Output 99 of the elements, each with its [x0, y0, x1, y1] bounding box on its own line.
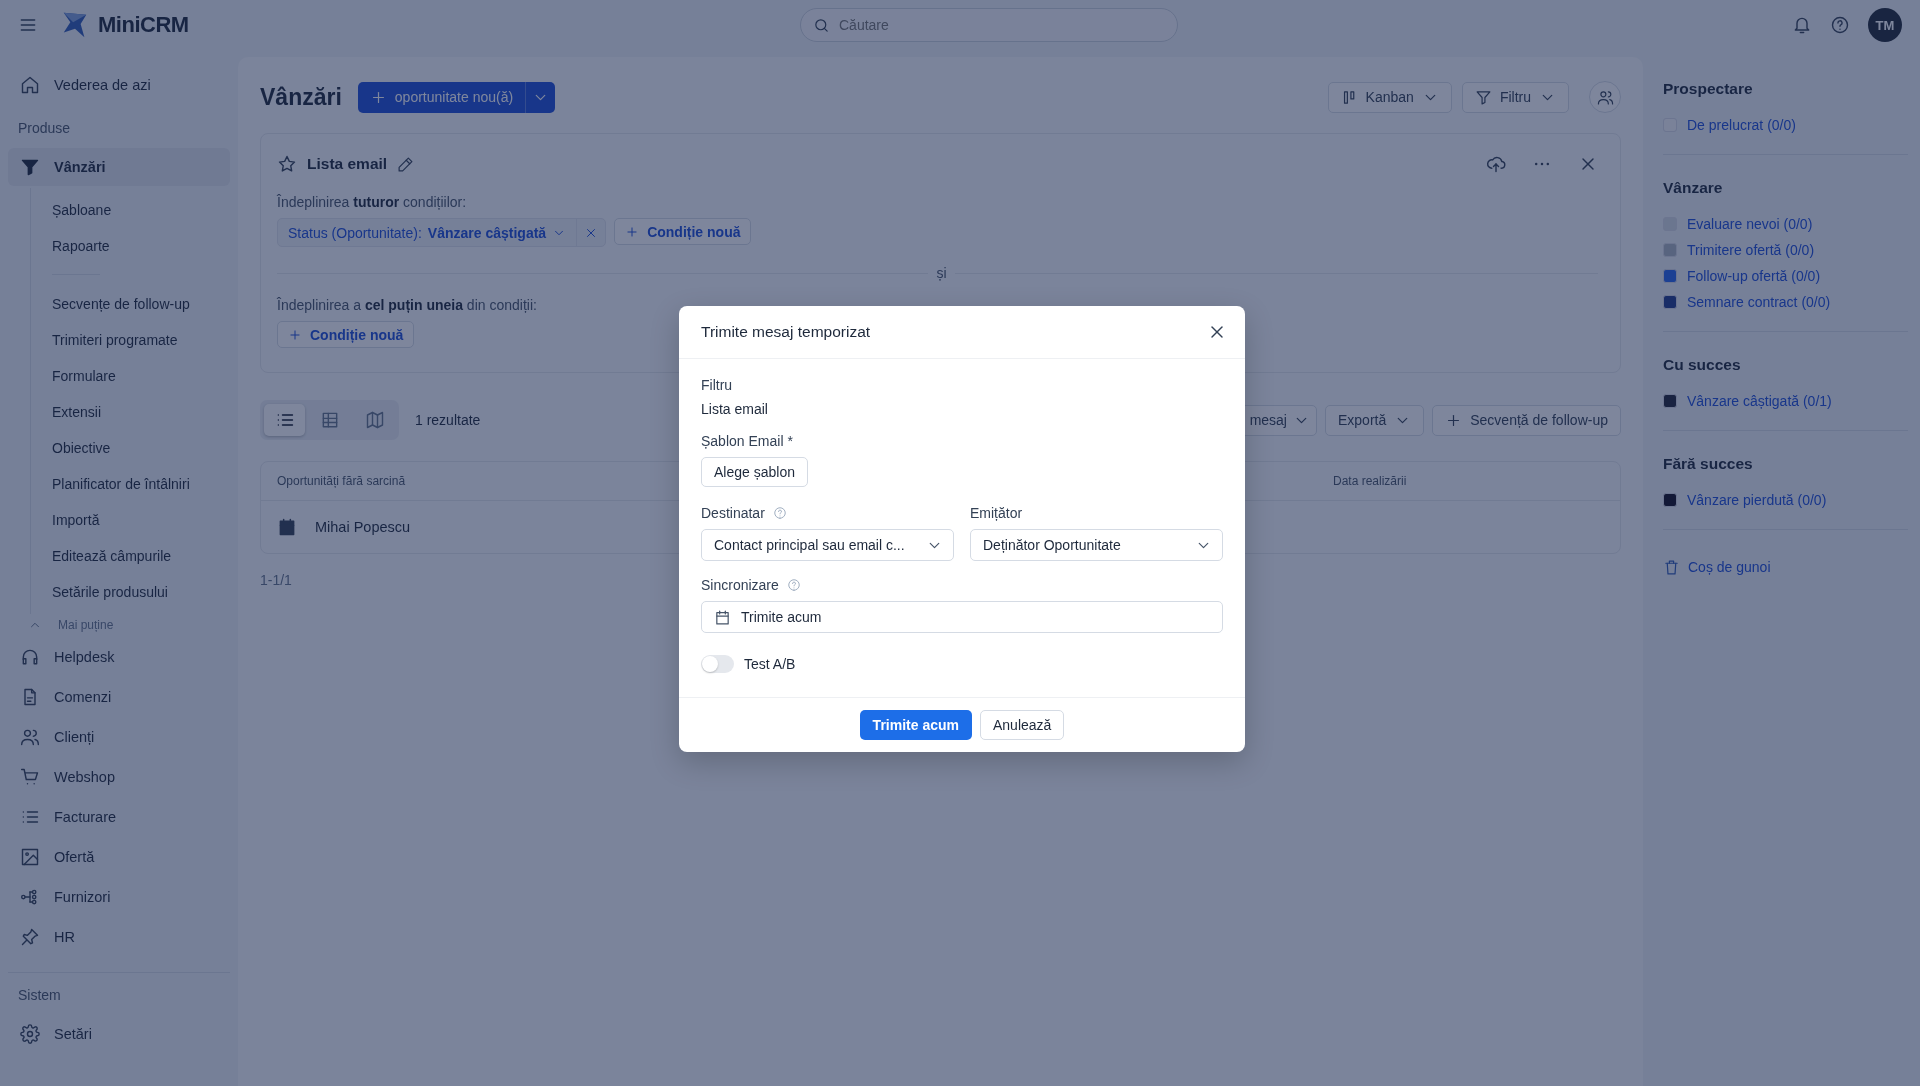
- result-count: 1 rezultate: [415, 412, 481, 428]
- kanban-button[interactable]: Kanban: [1327, 81, 1452, 113]
- stage-link[interactable]: Follow-up ofertă (0/0): [1687, 268, 1821, 284]
- date-field[interactable]: Trimite acum: [701, 601, 1223, 633]
- condition-text: Îndeplinirea tuturor condițiilor:: [277, 194, 468, 210]
- cart-icon: [20, 767, 40, 787]
- pagination-text: 1-1/1: [260, 572, 292, 588]
- section-label: Produse: [17, 119, 72, 138]
- section-label: Sistem: [17, 986, 62, 1005]
- choose-template-button[interactable]: Alege șablon: [701, 457, 808, 487]
- filter-icon: [1474, 88, 1492, 106]
- table-cell[interactable]: Mihai Popescu: [315, 519, 411, 535]
- trash-icon: [1663, 558, 1680, 576]
- collapse-toggle[interactable]: Mai puține: [8, 614, 230, 636]
- filter-button[interactable]: Filtru: [1461, 81, 1569, 113]
- nav-item[interactable]: Clienți: [8, 718, 230, 756]
- new-condition-button[interactable]: Condiție nouă: [614, 218, 752, 245]
- user-avatar[interactable]: TM: [1868, 8, 1902, 42]
- modal-title: Trimite mesaj temporizat: [701, 323, 871, 341]
- sender-select[interactable]: Deținător Oportunitate: [970, 529, 1223, 561]
- sub-nav-item[interactable]: Formulare: [31, 358, 230, 394]
- home-icon: [20, 75, 40, 95]
- users-icon: [1596, 88, 1614, 106]
- upload-icon[interactable]: [1486, 154, 1506, 174]
- nav-item[interactable]: Ofertă: [8, 838, 230, 876]
- nav-item[interactable]: Facturare: [8, 798, 230, 836]
- stage-link[interactable]: Vânzare pierdută (0/0): [1687, 492, 1827, 508]
- stage-group-title: Fără succes: [1663, 455, 1754, 473]
- joiner-label: și: [928, 265, 955, 281]
- follow-up-button[interactable]: Secvență de follow-up: [1432, 404, 1621, 436]
- nav-item[interactable]: HR: [8, 918, 230, 956]
- stage-link[interactable]: Semnare contract (0/0): [1687, 294, 1831, 310]
- sub-nav-item[interactable]: Extensii: [31, 394, 230, 430]
- nav-item[interactable]: Setări: [8, 1015, 230, 1053]
- nav-item[interactable]: Furnizori: [8, 878, 230, 916]
- new-opportunity-button[interactable]: oportunitate nou(ă): [357, 81, 526, 113]
- plus-icon: [288, 327, 302, 342]
- logo-text: MiniCRM: [98, 12, 189, 38]
- condition-chip[interactable]: Status (Oportunitate): Vânzare câștigată: [277, 218, 607, 247]
- nav-item[interactable]: Helpdesk: [8, 638, 230, 676]
- field-label: Emițător: [970, 505, 1023, 521]
- sub-nav-item[interactable]: Trimiteri programate: [31, 322, 230, 358]
- sub-nav-item[interactable]: Obiective: [31, 430, 230, 466]
- nav-item[interactable]: Webshop: [8, 758, 230, 796]
- ab-test-toggle[interactable]: [701, 655, 734, 673]
- nav-item[interactable]: Comenzi: [8, 678, 230, 716]
- nav-item[interactable]: Vânzări: [8, 148, 230, 186]
- plus-icon: [625, 224, 640, 239]
- toggle-label: Test A/B: [744, 656, 796, 672]
- field-label: Filtru: [701, 377, 734, 393]
- stage-link[interactable]: De prelucrat (0/0): [1687, 117, 1796, 133]
- field-label: Destinatar: [701, 505, 765, 521]
- dropdown-button[interactable]: Exportă: [1325, 404, 1425, 436]
- users-button[interactable]: [1589, 81, 1621, 113]
- headset-icon: [20, 647, 40, 667]
- sub-nav-item[interactable]: Secvențe de follow-up: [31, 286, 230, 322]
- recipient-select[interactable]: Contact principal sau email c...: [701, 529, 954, 561]
- field-value: Lista email: [701, 401, 769, 417]
- sub-nav-item[interactable]: Planificator de întâlniri: [31, 466, 230, 502]
- trash-link[interactable]: Coș de gunoi: [1688, 559, 1771, 575]
- page-title: Vânzări: [260, 83, 342, 111]
- send-now-button[interactable]: Trimite acum: [859, 710, 972, 740]
- stage-group-title: Vânzare: [1663, 179, 1724, 197]
- help-icon[interactable]: [1830, 15, 1850, 35]
- search-field[interactable]: Căutare: [800, 8, 1178, 42]
- filter-name: Lista email: [307, 155, 388, 173]
- settings-icon: [20, 1024, 40, 1044]
- column-header: Data realizării: [1333, 474, 1407, 488]
- help-icon[interactable]: [772, 506, 787, 520]
- search-icon: [813, 17, 830, 34]
- cancel-button[interactable]: Anulează: [980, 710, 1065, 740]
- stage-group-title: Cu succes: [1663, 356, 1742, 374]
- stage-link[interactable]: Trimitere ofertă (0/0): [1687, 242, 1815, 258]
- sub-nav-item[interactable]: Șabloane: [31, 192, 230, 228]
- pin-icon: [20, 927, 40, 947]
- new-condition-button[interactable]: Condiție nouă: [277, 321, 415, 348]
- field-label: Șablon Email *: [701, 433, 794, 449]
- star-icon[interactable]: [277, 154, 297, 174]
- help-icon[interactable]: [786, 578, 801, 592]
- nav-item[interactable]: Vederea de azi: [8, 66, 230, 104]
- calendar-icon: [277, 517, 297, 537]
- field-label: Sincronizare: [701, 577, 779, 593]
- dropdown-button[interactable]: [525, 81, 556, 113]
- image-icon: [20, 847, 40, 867]
- column-header: Oportunități fără sarcină: [277, 474, 406, 488]
- sub-nav-item[interactable]: Rapoarte: [31, 228, 230, 264]
- stage-link[interactable]: Vânzare câștigată (0/1): [1687, 393, 1832, 409]
- stage-link[interactable]: Evaluare nevoi (0/0): [1687, 216, 1813, 232]
- list-view-icon[interactable]: [264, 404, 305, 436]
- calendar-icon: [714, 608, 731, 626]
- pencil-icon[interactable]: [397, 155, 415, 173]
- users-icon: [20, 727, 40, 747]
- stage-group-title: Prospectare: [1663, 80, 1754, 98]
- funnel-icon: [20, 157, 40, 177]
- sub-nav-item[interactable]: Editează câmpurile: [31, 538, 230, 574]
- condition-text: Îndeplinirea a cel puțin uneia din condiții:: [277, 297, 538, 313]
- sub-nav-item[interactable]: Setările produsului: [31, 574, 230, 610]
- sub-nav-item[interactable]: Importă: [31, 502, 230, 538]
- bell-icon[interactable]: [1792, 15, 1812, 35]
